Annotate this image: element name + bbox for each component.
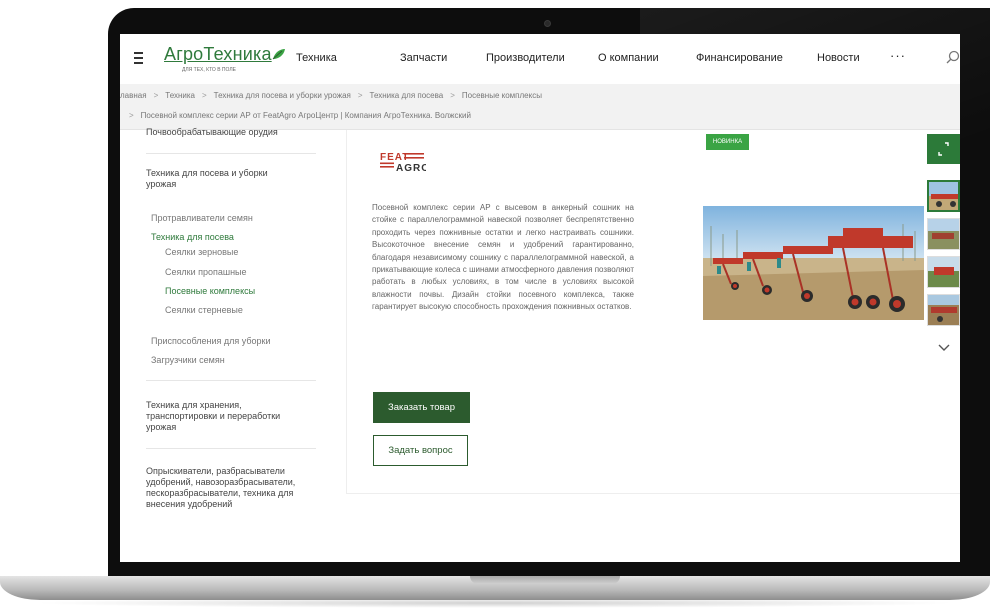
leaf-icon <box>272 49 285 60</box>
expand-button[interactable] <box>927 134 960 164</box>
sidebar-item-seyalki-zernovye[interactable]: Сеялки зерновые <box>165 247 238 257</box>
sidebar-item-protravlivateli[interactable]: Протравливатели семян <box>151 213 253 223</box>
site-logo[interactable]: АгроТехника ДЛЯ ТЕХ, КТО В ПОЛЕ <box>164 44 285 76</box>
nav-finansirovanie[interactable]: Финансирование <box>696 52 783 64</box>
nav-proizvoditeli[interactable]: Производители <box>486 52 565 64</box>
breadcrumb-line-2: > Посевной комплекс серии АР от FeatAgro … <box>129 111 471 120</box>
gallery-thumbnail[interactable] <box>927 218 960 250</box>
crumb-posev[interactable]: Техника для посева <box>370 91 444 100</box>
nav-tekhnika[interactable]: Техника <box>296 52 337 64</box>
gallery-thumbnail[interactable] <box>927 256 960 288</box>
nav-novosti[interactable]: Новости <box>817 52 860 64</box>
sidebar-item-pochvoobrabotka[interactable]: Почвообрабатывающие орудия <box>146 127 278 138</box>
crumb-separator: > <box>201 91 207 100</box>
ask-question-button[interactable]: Задать вопрос <box>373 435 468 466</box>
sidebar-item-seyalki-sternevye[interactable]: Сеялки стерневые <box>165 305 243 315</box>
search-icon[interactable] <box>946 50 960 64</box>
menu-icon[interactable] <box>134 52 143 67</box>
laptop-notch <box>470 576 620 584</box>
sidebar-item-posev[interactable]: Техника для посева <box>151 232 234 242</box>
gallery-thumbnail[interactable] <box>927 180 960 212</box>
sidebar-item-khranenie[interactable]: Техника для хранения, транспортировки и … <box>146 400 296 433</box>
breadcrumb: лавная > Техника > Техника для посева и убор… <box>120 84 960 130</box>
nav-o-kompanii[interactable]: О компании <box>598 52 659 64</box>
nav-zapchasti[interactable]: Запчасти <box>400 52 447 64</box>
crumb-posevnye-kompleksy[interactable]: Посевные комплексы <box>462 91 542 100</box>
crumb-separator: > <box>153 91 159 100</box>
sidebar-item-posev-uborka[interactable]: Техника для посева и уборки урожая <box>146 168 296 190</box>
laptop-screen: АгроТехника ДЛЯ ТЕХ, КТО В ПОЛЕ Техника … <box>120 34 960 562</box>
sidebar-item-zagruzchiki[interactable]: Загрузчики семян <box>151 355 225 365</box>
crumb-home[interactable]: лавная <box>120 91 147 100</box>
category-sidebar: Почвообрабатывающие орудия Техника для п… <box>120 127 318 562</box>
sidebar-item-opryskivateli[interactable]: Опрыскиватели, разбрасыватели удобрений,… <box>146 466 306 510</box>
sidebar-divider <box>146 380 316 381</box>
chevron-down-icon[interactable] <box>938 344 950 352</box>
logo-tagline: ДЛЯ ТЕХ, КТО В ПОЛЕ <box>182 67 236 73</box>
breadcrumb-line-1: лавная > Техника > Техника для посева и убор… <box>120 91 542 100</box>
sidebar-divider <box>146 448 316 449</box>
laptop-camera <box>544 20 551 27</box>
logo-text: АгроТехника <box>164 44 272 64</box>
crumb-separator: > <box>450 91 455 100</box>
order-button[interactable]: Заказать товар <box>373 392 470 423</box>
brand-logo-bottom: AGRO <box>396 163 426 174</box>
new-badge: НОВИНКА <box>706 134 749 150</box>
crumb-tekhnika[interactable]: Техника <box>165 91 195 100</box>
brand-logo: FEAT AGRO <box>380 152 426 174</box>
crumb-separator: > <box>129 111 134 120</box>
product-description: Посевной комплекс серии АР с высевом в а… <box>372 203 634 312</box>
sidebar-divider <box>146 153 316 154</box>
crumb-separator: > <box>357 91 363 100</box>
sidebar-item-posevnye-kompleksy[interactable]: Посевные комплексы <box>165 286 255 296</box>
sidebar-item-seyalki-propashnye[interactable]: Сеялки пропашные <box>165 267 247 277</box>
crumb-current: Посевной комплекс серии АР от FeatAgro А… <box>140 111 471 120</box>
gallery-thumbnail[interactable] <box>927 294 960 326</box>
sidebar-item-prisposobleniya[interactable]: Приспособления для уборки <box>151 336 270 346</box>
site-header: АгроТехника ДЛЯ ТЕХ, КТО В ПОЛЕ Техника … <box>120 34 960 84</box>
nav-more-icon[interactable]: ··· <box>890 48 906 63</box>
crumb-posev-uborka[interactable]: Техника для посева и уборки урожая <box>214 91 351 100</box>
product-photo[interactable] <box>703 206 924 320</box>
expand-icon <box>938 142 949 156</box>
